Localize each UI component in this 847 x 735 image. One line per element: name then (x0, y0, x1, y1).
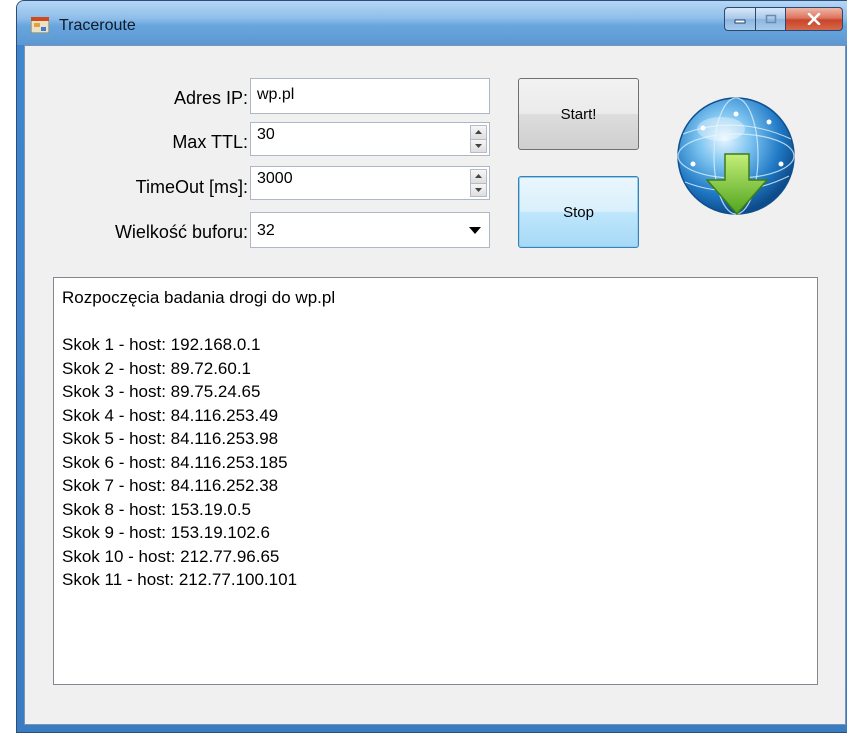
log-line: Skok 11 - host: 212.77.100.101 (62, 570, 298, 589)
buffer-combobox[interactable]: 32 (250, 212, 490, 248)
arrow-up-icon (475, 174, 482, 179)
log-line: Rozpoczęcia badania drogi do wp.pl (62, 288, 336, 307)
timeout-up-button[interactable] (470, 169, 487, 184)
timeout-spinner (470, 169, 487, 197)
log-line: Skok 5 - host: 84.116.253.98 (62, 429, 279, 448)
arrow-up-icon (475, 130, 482, 135)
ttl-label: Max TTL: (172, 132, 248, 152)
ttl-spinner (470, 125, 487, 153)
log-line: Skok 9 - host: 153.19.102.6 (62, 523, 270, 542)
log-line: Skok 10 - host: 212.77.96.65 (62, 546, 280, 566)
arrow-down-icon (475, 143, 482, 148)
ip-label: Adres IP: (173, 88, 248, 108)
log-line: Skok 7 - host: 84.116.252.38 (62, 476, 279, 495)
globe-download-icon (677, 97, 795, 216)
timeout-stepper[interactable]: 3000 (250, 166, 490, 200)
title-bar[interactable]: Traceroute (17, 1, 847, 45)
minimize-icon (734, 19, 746, 24)
log-line: Skok 1 - host: 192.168.0.1 (62, 335, 261, 354)
ttl-stepper[interactable]: 30 (250, 122, 490, 156)
stop-button[interactable]: Stop (518, 176, 639, 248)
window-title: Traceroute (59, 17, 136, 34)
log-line: Skok 4 - host: 84.116.253.49 (62, 405, 279, 425)
start-button[interactable]: Start! (518, 78, 639, 150)
caption-buttons (724, 7, 843, 33)
log-line: Skok 6 - host: 84.116.253.185 (62, 452, 288, 472)
app-window: Traceroute Adres IP: wp.pl Max TTL: 30 T… (16, 0, 847, 733)
arrow-down-icon (475, 187, 482, 192)
close-button[interactable] (785, 7, 843, 31)
ip-input[interactable]: wp.pl (250, 78, 490, 114)
chevron-down-icon[interactable] (469, 227, 481, 234)
minimize-button[interactable] (724, 7, 755, 31)
maximize-button[interactable] (755, 7, 785, 31)
log-line: Skok 8 - host: 153.19.0.5 (62, 499, 252, 519)
log-output[interactable]: Rozpoczęcia badania drogi do wp.pl Skok … (53, 277, 818, 685)
buffer-label: Wielkość buforu: (114, 222, 248, 242)
log-line: Skok 3 - host: 89.75.24.65 (62, 382, 261, 401)
timeout-down-button[interactable] (470, 183, 487, 197)
maximize-icon (765, 14, 776, 24)
ttl-down-button[interactable] (470, 139, 487, 153)
ttl-up-button[interactable] (470, 125, 487, 140)
client-area: Adres IP: wp.pl Max TTL: 30 TimeOut [ms]… (24, 45, 846, 725)
log-line: Skok 2 - host: 89.72.60.1 (62, 358, 252, 378)
form-icon (31, 17, 49, 33)
close-icon (807, 13, 821, 25)
timeout-label: TimeOut [ms]: (135, 177, 248, 197)
